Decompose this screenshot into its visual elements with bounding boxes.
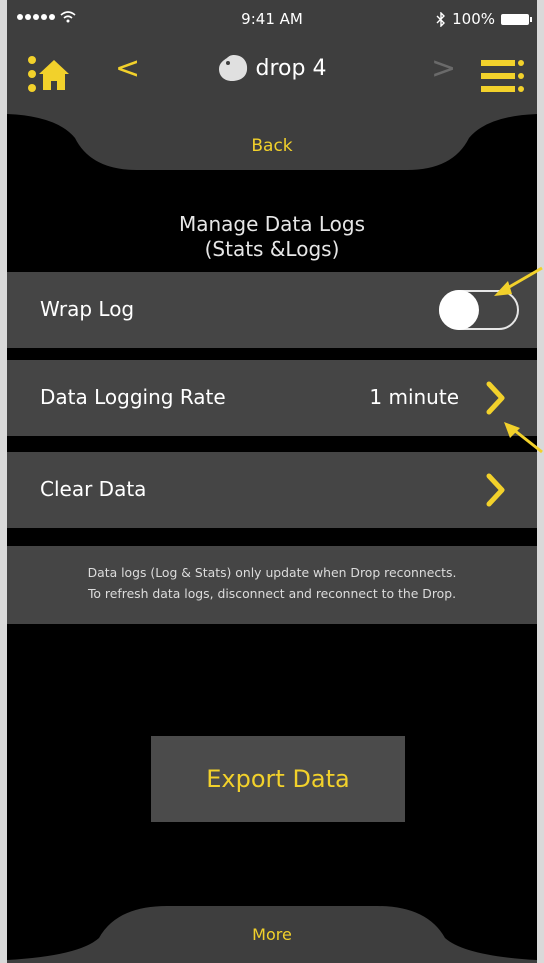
info-line1: Data logs (Log & Stats) only update when… bbox=[87, 565, 457, 580]
back-button[interactable]: Back bbox=[7, 136, 537, 156]
drop-device-icon bbox=[218, 55, 247, 81]
next-device-button[interactable]: > bbox=[431, 54, 456, 84]
clear-data-label: Clear Data bbox=[40, 477, 147, 501]
battery-icon bbox=[501, 13, 532, 25]
phone-screen: 9:41 AM 100% < drop 4 > Back Manage Data… bbox=[7, 0, 537, 963]
page-title-line1: Manage Data Logs bbox=[178, 212, 366, 236]
battery-percent: 100% bbox=[452, 10, 495, 28]
more-button[interactable]: More bbox=[7, 925, 537, 944]
nav-title: drop 4 bbox=[7, 54, 537, 82]
menu-icon[interactable] bbox=[481, 60, 525, 92]
status-right: 100% bbox=[436, 10, 532, 28]
wrap-log-row: Wrap Log bbox=[7, 272, 537, 348]
data-logging-rate-label: Data Logging Rate bbox=[40, 385, 226, 409]
info-line2: To refresh data logs, disconnect and rec… bbox=[87, 586, 457, 601]
status-bar: 9:41 AM 100% bbox=[7, 0, 537, 40]
annotation-arrows bbox=[494, 266, 543, 454]
info-note: Data logs (Log & Stats) only update when… bbox=[7, 546, 537, 624]
chevron-right-icon[interactable] bbox=[485, 472, 507, 508]
bluetooth-icon bbox=[436, 11, 446, 27]
nav-bar: < drop 4 > bbox=[7, 40, 537, 110]
clear-data-row[interactable]: Clear Data bbox=[7, 452, 537, 528]
data-logging-rate-row[interactable]: Data Logging Rate 1 minute bbox=[7, 360, 537, 436]
data-logging-rate-value: 1 minute bbox=[369, 385, 459, 409]
page-title-line2: (Stats &Logs) bbox=[204, 237, 340, 261]
export-data-button[interactable]: Export Data bbox=[151, 736, 405, 822]
device-name: drop 4 bbox=[255, 55, 327, 81]
wrap-log-label: Wrap Log bbox=[40, 297, 135, 321]
page-title: Manage Data Logs (Stats &Logs) bbox=[7, 212, 537, 262]
